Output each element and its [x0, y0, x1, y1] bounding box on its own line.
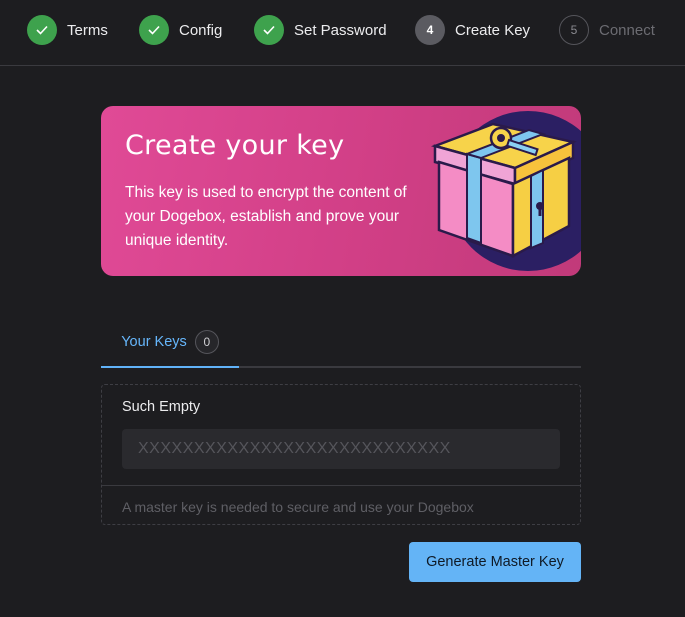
- divider: [102, 485, 580, 486]
- generate-master-key-button[interactable]: Generate Master Key: [409, 542, 581, 582]
- check-icon: [27, 15, 57, 45]
- step-label: Create Key: [455, 21, 531, 39]
- create-key-banner: Create your key This key is used to encr…: [101, 106, 581, 276]
- empty-state-title: Such Empty: [122, 399, 201, 415]
- tab-your-keys[interactable]: Your Keys 0: [101, 318, 239, 368]
- master-key-hint: A master key is needed to secure and use…: [122, 499, 474, 515]
- tab-label: Your Keys: [121, 334, 187, 350]
- gift-box-with-key-illustration: [430, 111, 581, 271]
- check-icon: [139, 15, 169, 45]
- keys-tabs: Your Keys 0: [101, 318, 581, 368]
- key-count-badge: 0: [194, 330, 219, 354]
- banner-description: This key is used to encrypt the content …: [125, 184, 407, 249]
- step-create-key: 4 Create Key: [415, 14, 530, 46]
- step-connect: 5 Connect: [559, 14, 655, 46]
- step-set-password: Set Password: [254, 14, 387, 46]
- step-number: 4: [415, 15, 445, 45]
- step-config: Config: [139, 14, 222, 46]
- step-label: Terms: [67, 21, 108, 39]
- check-icon: [254, 15, 284, 45]
- step-label: Set Password: [294, 21, 387, 39]
- step-number: 5: [559, 15, 589, 45]
- step-label: Config: [179, 21, 223, 39]
- step-label: Connect: [599, 21, 655, 39]
- keys-panel: Such Empty A master key is needed to sec…: [101, 384, 581, 525]
- page-title: Create your key: [125, 130, 345, 161]
- master-key-field[interactable]: [122, 429, 560, 469]
- step-terms: Terms: [27, 14, 108, 46]
- setup-stepper: Terms Config Set Password 4 Create Key 5…: [0, 0, 685, 66]
